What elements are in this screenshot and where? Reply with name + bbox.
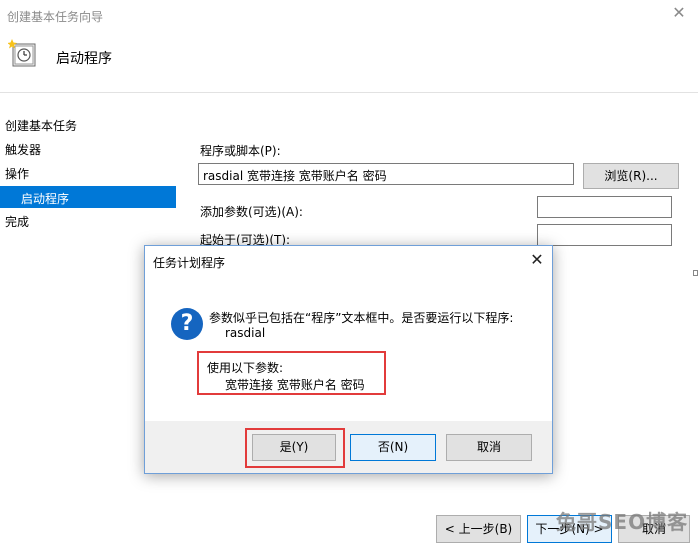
start-in-input[interactable] [537, 224, 672, 246]
window-title: 创建基本任务向导 [7, 10, 104, 24]
divider [0, 92, 698, 93]
back-button[interactable]: < 上一步(B) [436, 515, 521, 543]
confirm-dialog: 任务计划程序 ✕ ? 参数似乎已包括在“程序”文本框中。是否要运行以下程序: r… [144, 245, 553, 474]
cancel-button[interactable]: 取消 [446, 434, 532, 461]
resize-handle[interactable] [693, 270, 698, 276]
close-icon[interactable]: ✕ [527, 250, 547, 270]
add-arguments-input[interactable] [537, 196, 672, 218]
question-icon: ? [171, 308, 203, 340]
yes-button[interactable]: 是(Y) [252, 434, 336, 461]
page-title: 启动程序 [56, 51, 112, 67]
nav-item-action[interactable]: 操作 [5, 165, 29, 182]
nav-item-start-program-label: 启动程序 [21, 192, 70, 206]
no-button[interactable]: 否(N) [350, 434, 436, 461]
nav-item-finish[interactable]: 完成 [5, 213, 29, 230]
title-bar [0, 0, 698, 30]
program-script-input[interactable]: rasdial 宽带连接 宽带账户名 密码 [198, 163, 574, 185]
dialog-args-label: 使用以下参数: [207, 361, 284, 375]
dialog-command: rasdial [225, 326, 266, 340]
watermark: 兔哥SEO博客 [556, 510, 689, 534]
add-arguments-label: 添加参数(可选)(A): [200, 205, 303, 219]
nav-item-create-basic-task[interactable]: 创建基本任务 [5, 117, 77, 134]
dialog-message: 参数似乎已包括在“程序”文本框中。是否要运行以下程序: [209, 311, 514, 325]
dialog-args-value: 宽带连接 宽带账户名 密码 [225, 378, 365, 392]
task-clock-icon [7, 38, 38, 68]
dialog-title: 任务计划程序 [153, 256, 226, 270]
browse-button[interactable]: 浏览(R)... [583, 163, 679, 189]
nav-item-trigger[interactable]: 触发器 [5, 141, 41, 158]
program-script-label: 程序或脚本(P): [200, 144, 281, 158]
close-icon[interactable]: ✕ [670, 4, 688, 22]
